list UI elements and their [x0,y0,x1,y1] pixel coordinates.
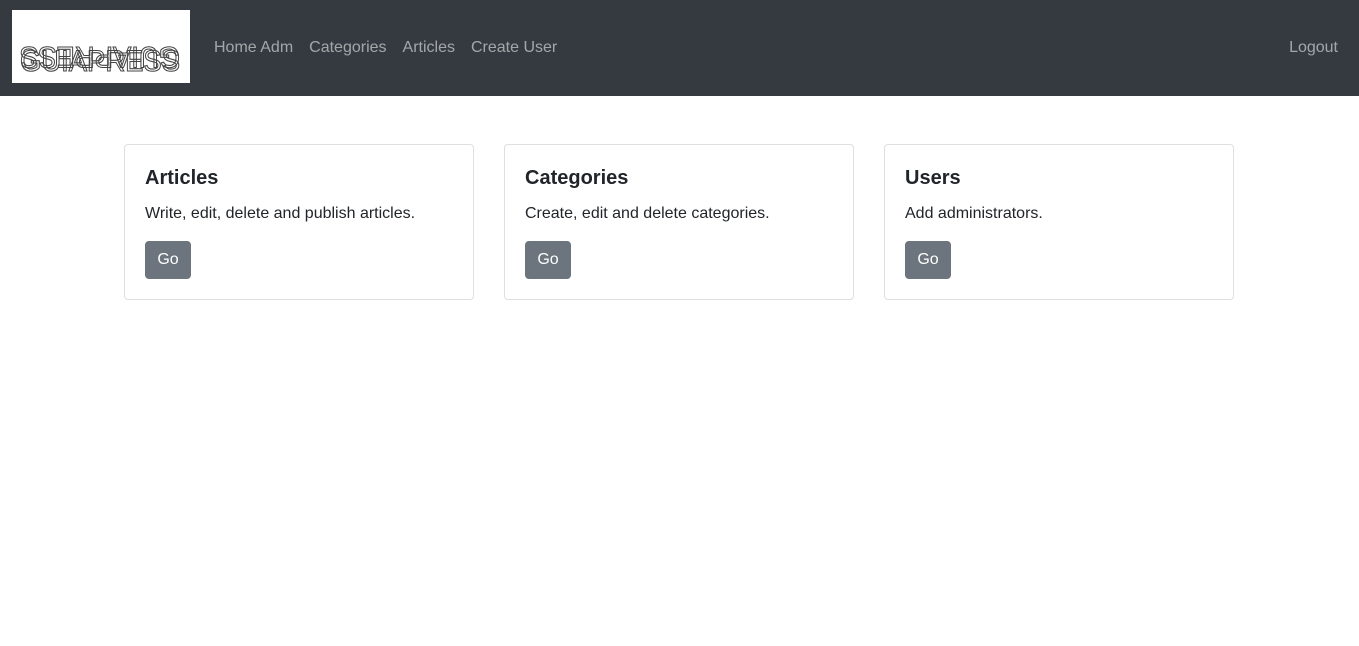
brand-logo[interactable]: GUIAPRESS GUIAPRESS [12,10,190,83]
card-title: Articles [145,167,219,189]
go-categories-button[interactable]: Go [525,241,571,279]
nav-link-create-user[interactable]: Create User [471,36,557,60]
card-articles: Articles Write, edit, delete and publish… [124,144,474,300]
card-text: Write, edit, delete and publish articles… [145,205,416,222]
go-articles-button[interactable]: Go [145,241,191,279]
logout-link[interactable]: Logout [1289,36,1338,60]
nav-link-home-adm[interactable]: Home Adm [214,36,293,60]
card-title: Users [905,167,961,189]
top-navbar: GUIAPRESS GUIAPRESS Home Adm Categories … [0,0,1359,96]
card-text: Add administrators. [905,205,1043,222]
go-users-button[interactable]: Go [905,241,951,279]
svg-text:GUIAPRESS: GUIAPRESS [20,40,180,73]
nav-link-articles[interactable]: Articles [403,36,455,60]
card-users: Users Add administrators. Go [884,144,1234,300]
card-categories: Categories Create, edit and delete categ… [504,144,854,300]
card-title: Categories [525,167,629,189]
card-text: Create, edit and delete categories. [525,205,770,222]
guiapress-logo-icon: GUIAPRESS GUIAPRESS [19,39,180,78]
nav-link-categories[interactable]: Categories [309,36,386,60]
nav-links: Home Adm Categories Articles Create User [214,36,573,60]
